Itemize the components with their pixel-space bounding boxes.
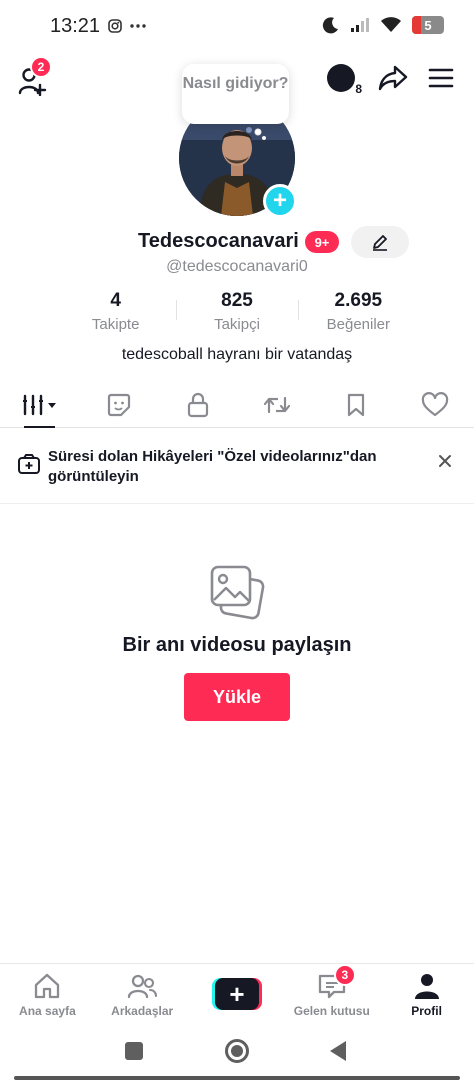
tab-stickers[interactable] <box>79 382 158 427</box>
stories-banner[interactable]: Süresi dolan Hikâyeleri "Özel videoların… <box>0 430 474 504</box>
profile-stats: 4 Takipte 825 Takipçi 2.695 Beğeniler <box>55 290 419 333</box>
stat-followers[interactable]: 825 Takipçi <box>176 290 297 333</box>
home-button-dot <box>231 1045 243 1057</box>
battery-icon: 5 <box>412 16 444 34</box>
speech-bubble-tail <box>254 128 267 140</box>
profile-bio: tedescoball hayranı bir vatandaş <box>121 346 353 363</box>
lock-icon <box>187 392 208 417</box>
menu-icon[interactable] <box>428 67 454 89</box>
add-friend-button[interactable]: 2 <box>18 56 52 96</box>
status-right-icons: 5 <box>322 16 444 34</box>
moon-icon <box>322 17 338 34</box>
moon-status-button[interactable]: 8 <box>326 62 364 96</box>
plus-icon: + <box>214 978 259 1010</box>
more-dots-icon <box>130 24 146 28</box>
bottom-nav: Ana sayfa Arkadaşlar + 3 Gelen kutusu Pr… <box>0 963 474 1025</box>
create-button[interactable]: + <box>211 978 262 1010</box>
status-time: 13:21 <box>50 15 101 37</box>
inbox-badge: 3 <box>333 964 356 986</box>
nav-label: Gelen kutusu <box>293 1004 370 1018</box>
nav-home[interactable]: Ana sayfa <box>0 964 95 1025</box>
banner-text: Süresi dolan Hikâyeleri "Özel videoların… <box>48 448 377 485</box>
grid-sort-icon <box>22 394 56 415</box>
stat-label: Beğeniler <box>326 316 391 333</box>
recents-button[interactable] <box>125 1042 143 1060</box>
instagram-icon <box>108 19 122 33</box>
story-archive-icon <box>18 454 40 474</box>
stat-label: Takipçi <box>214 316 260 333</box>
wifi-icon <box>381 17 401 32</box>
moon-status-count: 8 <box>353 82 364 96</box>
friends-icon <box>128 974 158 999</box>
stat-likes[interactable]: 2.695 Beğeniler <box>297 290 419 333</box>
user-handle: @tedescocanavari0 <box>166 258 308 275</box>
friend-requests-badge: 2 <box>30 56 52 78</box>
upload-button[interactable]: Yükle <box>184 673 290 721</box>
signal-icon <box>351 18 369 32</box>
stat-value: 4 <box>110 290 121 311</box>
edit-profile-button[interactable] <box>351 226 409 258</box>
tab-videos[interactable] <box>0 382 79 428</box>
pencil-icon <box>373 235 387 251</box>
photos-icon <box>210 565 265 620</box>
top-right-actions: 8 <box>326 62 454 96</box>
close-icon[interactable] <box>438 454 452 468</box>
battery-level: 5 <box>424 17 432 33</box>
name-row: Tedescocanavari 9+ <box>0 226 474 258</box>
status-speech-bubble[interactable]: Nasıl gidiyor? <box>182 64 289 124</box>
nav-profile[interactable]: Profil <box>379 964 474 1025</box>
home-button[interactable] <box>225 1039 249 1063</box>
stat-value: 2.695 <box>334 290 383 311</box>
tab-reposts[interactable] <box>237 382 316 427</box>
empty-state-title: Bir anı videosu paylaşın <box>122 634 352 656</box>
system-nav <box>0 1025 474 1080</box>
stat-value: 825 <box>221 290 253 311</box>
nav-label: Arkadaşlar <box>111 1004 174 1018</box>
add-story-button[interactable]: + <box>263 184 297 218</box>
sticker-icon <box>107 393 130 416</box>
status-left-icons <box>108 19 146 33</box>
nav-friends[interactable]: Arkadaşlar <box>95 964 190 1025</box>
username: Tedescocanavari <box>138 230 299 252</box>
nav-label: Ana sayfa <box>19 1004 76 1018</box>
tab-favorites[interactable] <box>316 382 395 427</box>
share-icon[interactable] <box>378 64 408 92</box>
repost-icon <box>263 396 290 413</box>
nav-create[interactable]: + <box>190 964 285 1025</box>
tab-liked[interactable] <box>395 382 474 427</box>
bookmark-icon <box>347 393 364 416</box>
tab-private[interactable] <box>158 382 237 427</box>
heart-icon <box>421 391 448 416</box>
nav-inbox[interactable]: 3 Gelen kutusu <box>284 964 379 1025</box>
stat-label: Takipte <box>91 316 140 333</box>
username-badge[interactable]: 9+ <box>305 231 339 253</box>
profile-tabs <box>0 382 474 428</box>
profile-icon <box>414 974 439 999</box>
home-icon <box>35 973 60 999</box>
back-button[interactable] <box>330 1041 346 1061</box>
nav-label: Profil <box>411 1004 442 1018</box>
status-bar: 13:21 5 <box>0 0 474 56</box>
gesture-bar <box>14 1076 460 1080</box>
stat-following[interactable]: 4 Takipte <box>55 290 176 333</box>
